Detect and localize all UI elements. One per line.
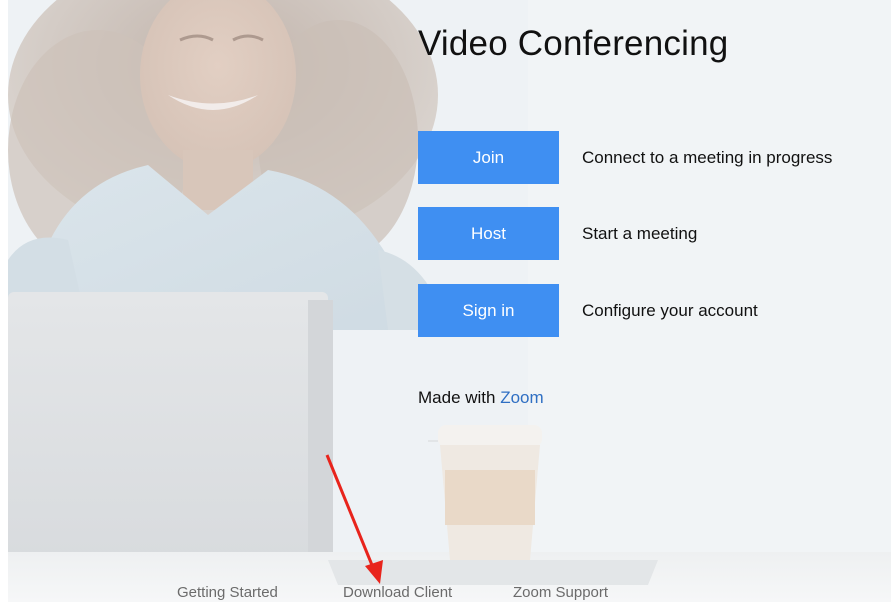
join-button[interactable]: Join <box>418 131 559 184</box>
made-with-prefix: Made with <box>418 388 496 407</box>
zoom-support-link[interactable]: Zoom Support <box>513 584 608 601</box>
sign-in-description: Configure your account <box>582 300 758 320</box>
host-description: Start a meeting <box>582 223 698 243</box>
sign-in-button[interactable]: Sign in <box>418 284 559 337</box>
getting-started-link[interactable]: Getting Started <box>177 584 278 601</box>
made-with-credit: Made with Zoom <box>418 388 544 408</box>
footer-links: Getting Started Download Client Zoom Sup… <box>0 584 891 602</box>
host-row: Host Start a meeting <box>418 207 697 260</box>
page-title: Video Conferencing <box>418 24 729 63</box>
join-description: Connect to a meeting in progress <box>582 147 833 167</box>
join-row: Join Connect to a meeting in progress <box>418 131 832 184</box>
host-button[interactable]: Host <box>418 207 559 260</box>
zoom-link[interactable]: Zoom <box>500 388 543 407</box>
zoom-web-portal: Video Conferencing Join Connect to a mee… <box>0 0 891 602</box>
download-client-link[interactable]: Download Client <box>343 584 452 601</box>
sign-in-row: Sign in Configure your account <box>418 284 758 337</box>
